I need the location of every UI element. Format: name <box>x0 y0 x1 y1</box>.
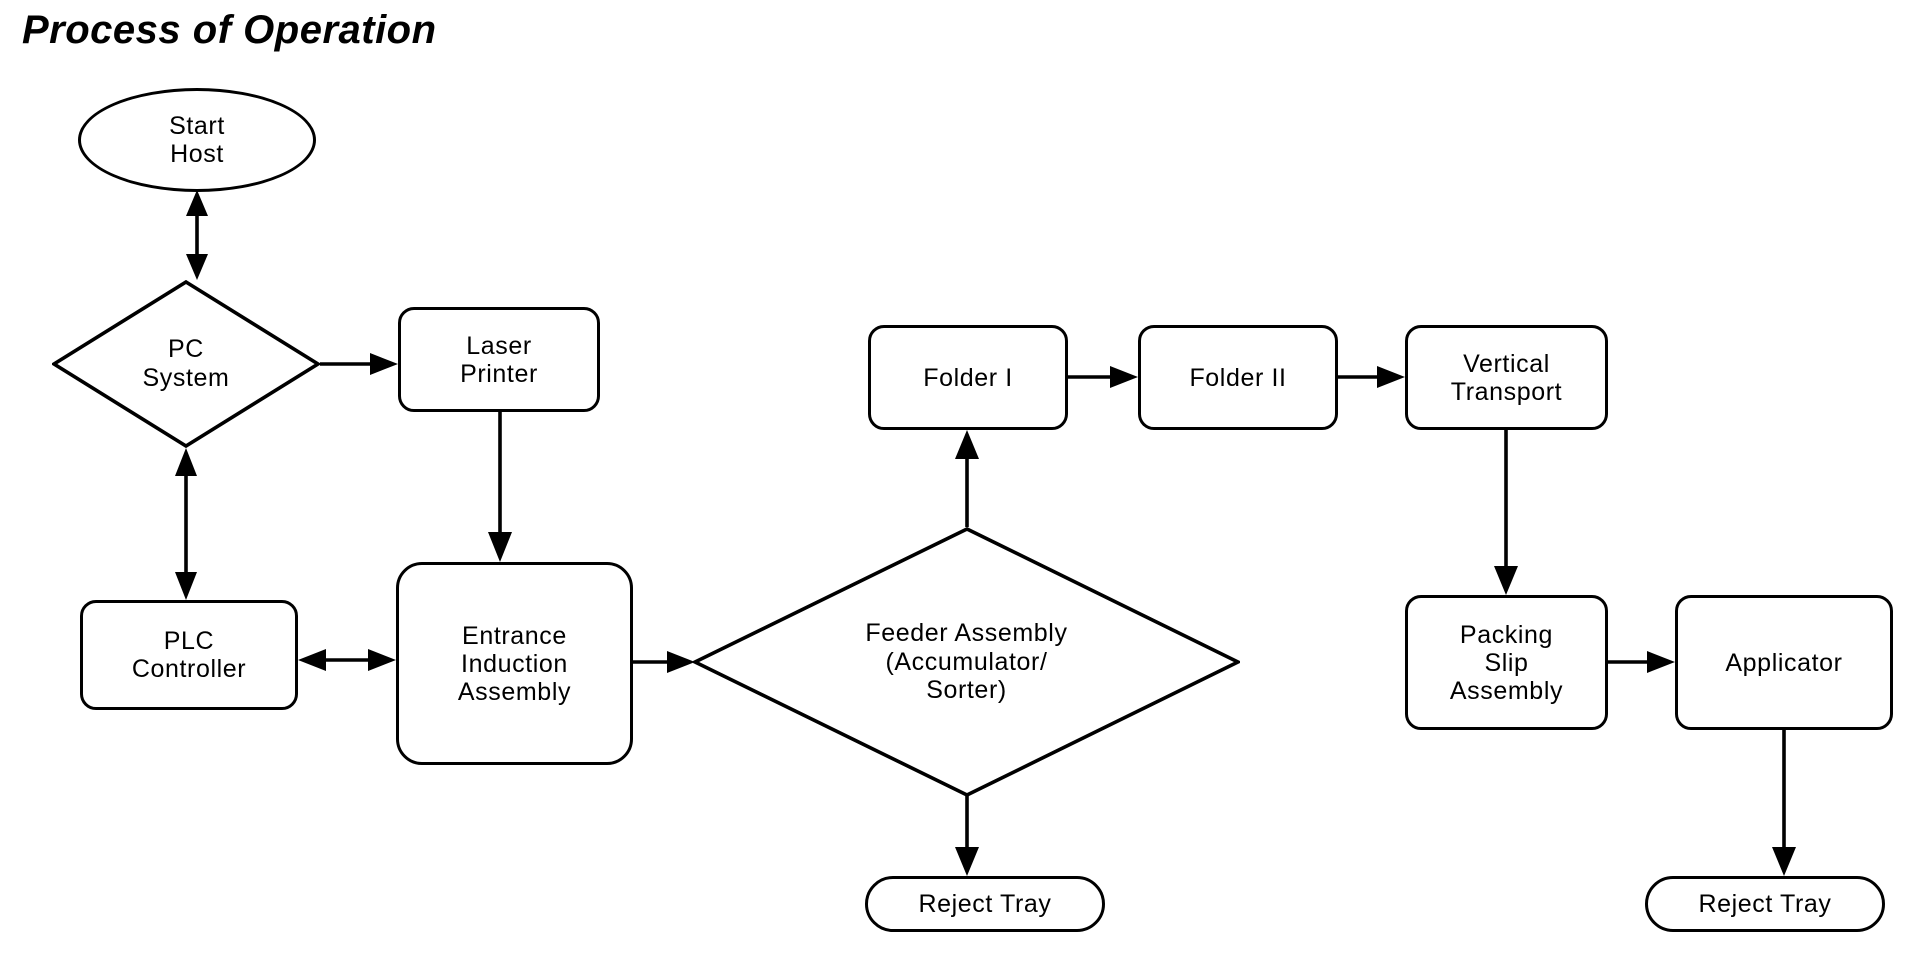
node-reject-tray-feeder[interactable]: Reject Tray <box>865 876 1105 932</box>
node-start-host-label: Start Host <box>169 112 225 168</box>
node-applicator[interactable]: Applicator <box>1675 595 1893 730</box>
node-folder-ii-label: Folder II <box>1189 363 1287 392</box>
node-folder-ii[interactable]: Folder II <box>1138 325 1338 430</box>
node-laser-printer[interactable]: Laser Printer <box>398 307 600 412</box>
node-applicator-label: Applicator <box>1725 648 1843 677</box>
edge-pc-system-laser-printer <box>320 353 398 375</box>
node-pc-system[interactable]: PC System <box>52 280 320 448</box>
node-pc-system-label: PC System <box>142 335 230 392</box>
node-plc-controller-label: PLC Controller <box>131 627 247 683</box>
node-reject-tray-applicator-label: Reject Tray <box>1698 890 1832 918</box>
node-packing-slip-assembly[interactable]: Packing Slip Assembly <box>1405 595 1608 730</box>
edge-feeder-assembly-reject-tray <box>955 795 979 876</box>
edge-folder-ii-vertical-transport <box>1338 366 1405 388</box>
node-laser-printer-label: Laser Printer <box>460 331 538 388</box>
page-title: Process of Operation <box>22 8 437 52</box>
edge-pc-system-plc-controller <box>175 448 197 600</box>
node-feeder-assembly[interactable]: Feeder Assembly (Accumulator/ Sorter) <box>693 527 1240 797</box>
node-entrance-induction-assembly-label: Entrance Induction Assembly <box>457 621 572 706</box>
node-reject-tray-feeder-label: Reject Tray <box>918 890 1052 918</box>
node-packing-slip-assembly-label: Packing Slip Assembly <box>1449 620 1564 705</box>
node-folder-i-label: Folder I <box>923 363 1013 392</box>
edge-packing-slip-applicator <box>1608 651 1675 673</box>
edge-applicator-reject-tray <box>1772 730 1796 876</box>
node-reject-tray-applicator[interactable]: Reject Tray <box>1645 876 1885 932</box>
flowchart-canvas: Process of Operation Start Host PC Syste… <box>0 0 1920 962</box>
node-plc-controller[interactable]: PLC Controller <box>80 600 298 710</box>
edge-folder-i-folder-ii <box>1068 366 1138 388</box>
edge-vertical-transport-packing-slip <box>1494 430 1518 595</box>
node-entrance-induction-assembly[interactable]: Entrance Induction Assembly <box>396 562 633 765</box>
node-vertical-transport-label: Vertical Transport <box>1450 349 1563 406</box>
node-folder-i[interactable]: Folder I <box>868 325 1068 430</box>
node-start-host[interactable]: Start Host <box>78 88 316 192</box>
node-feeder-assembly-label: Feeder Assembly (Accumulator/ Sorter) <box>865 618 1068 705</box>
edge-entrance-induction-feeder-assembly <box>633 651 695 673</box>
edge-pc-system-start-host <box>186 190 208 280</box>
edge-feeder-assembly-folder-i <box>955 430 979 527</box>
edge-laser-printer-entrance-induction <box>488 412 512 562</box>
edge-plc-controller-entrance-induction <box>298 649 396 671</box>
node-vertical-transport[interactable]: Vertical Transport <box>1405 325 1608 430</box>
